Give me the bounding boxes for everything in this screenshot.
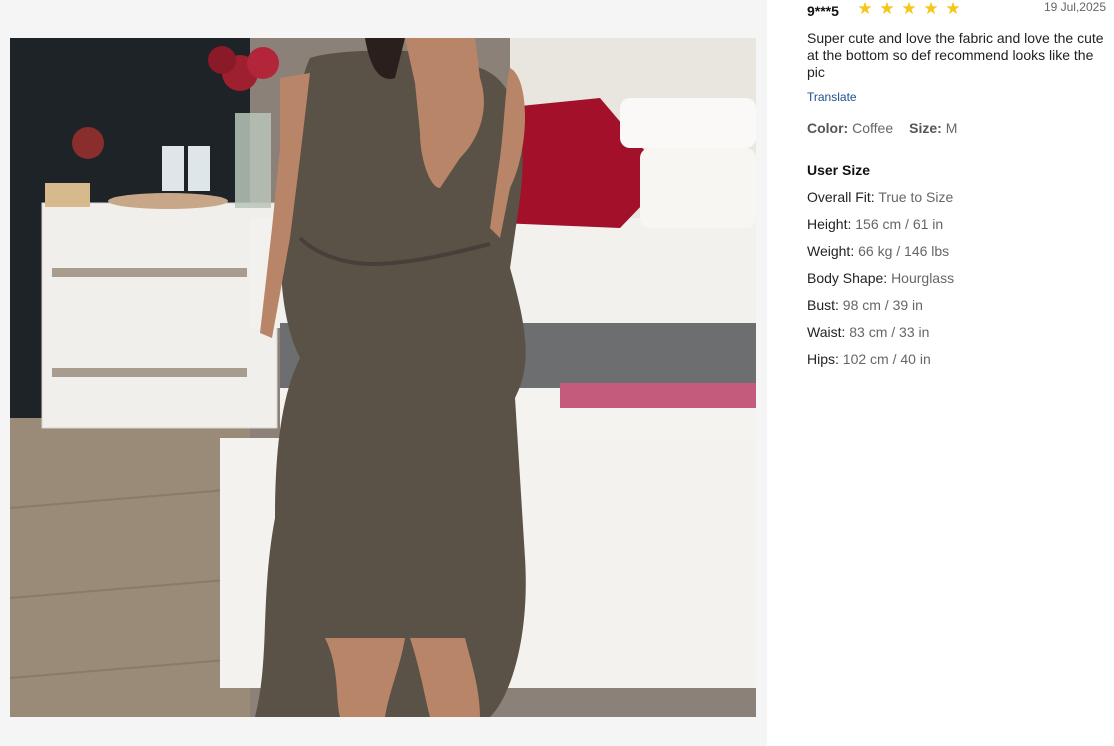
star-icon: ★ xyxy=(857,0,873,18)
purchase-attributes: Color: Coffee Size: M xyxy=(807,120,957,136)
user-size-row: Overall Fit: True to Size xyxy=(807,189,954,216)
user-size-list: Overall Fit: True to Size Height: 156 cm… xyxy=(807,189,954,378)
star-icon: ★ xyxy=(923,0,939,18)
star-icon: ★ xyxy=(901,0,917,18)
user-size-value: Hourglass xyxy=(891,270,955,286)
user-size-label: Overall Fit: xyxy=(807,189,875,205)
star-icon: ★ xyxy=(945,0,961,18)
user-size-value: 98 cm / 39 in xyxy=(842,297,923,313)
user-size-title: User Size xyxy=(807,162,871,178)
user-size-value: 102 cm / 40 in xyxy=(842,351,931,367)
user-size-row: Bust: 98 cm / 39 in xyxy=(807,297,954,324)
color-attribute: Color: Coffee xyxy=(807,120,893,136)
photo-gallery xyxy=(0,0,767,746)
user-size-row: Weight: 66 kg / 146 lbs xyxy=(807,243,954,270)
user-size-value: 66 kg / 146 lbs xyxy=(858,243,950,259)
reviewer-name: 9***5 xyxy=(807,3,839,19)
user-size-label: Height: xyxy=(807,216,852,232)
star-icon: ★ xyxy=(879,0,895,18)
color-label: Color: xyxy=(807,120,849,136)
size-label: Size: xyxy=(909,120,942,136)
review-detail-panel: 9***5 ★ ★ ★ ★ ★ 19 Jul,2025 Super cute a… xyxy=(767,0,1114,746)
user-size-label: Bust: xyxy=(807,297,839,313)
user-size-label: Hips: xyxy=(807,351,839,367)
review-photo[interactable] xyxy=(10,38,756,717)
user-size-value: True to Size xyxy=(878,189,954,205)
review-text: Super cute and love the fabric and love … xyxy=(807,30,1104,80)
user-size-label: Weight: xyxy=(807,243,855,259)
user-size-value: 156 cm / 61 in xyxy=(855,216,944,232)
review-date: 19 Jul,2025 xyxy=(1043,0,1106,14)
user-size-row: Body Shape: Hourglass xyxy=(807,270,954,297)
translate-link[interactable]: Translate xyxy=(807,90,857,104)
user-size-label: Waist: xyxy=(807,324,846,340)
review-photo-illustration xyxy=(10,38,756,717)
user-size-value: 83 cm / 33 in xyxy=(849,324,930,340)
size-value: M xyxy=(945,120,958,136)
size-attribute: Size: M xyxy=(909,120,957,136)
user-size-row: Waist: 83 cm / 33 in xyxy=(807,324,954,351)
user-size-row: Hips: 102 cm / 40 in xyxy=(807,351,954,378)
rating-stars: ★ ★ ★ ★ ★ xyxy=(855,0,963,17)
color-value: Coffee xyxy=(852,120,894,136)
user-size-label: Body Shape: xyxy=(807,270,888,286)
user-size-row: Height: 156 cm / 61 in xyxy=(807,216,954,243)
